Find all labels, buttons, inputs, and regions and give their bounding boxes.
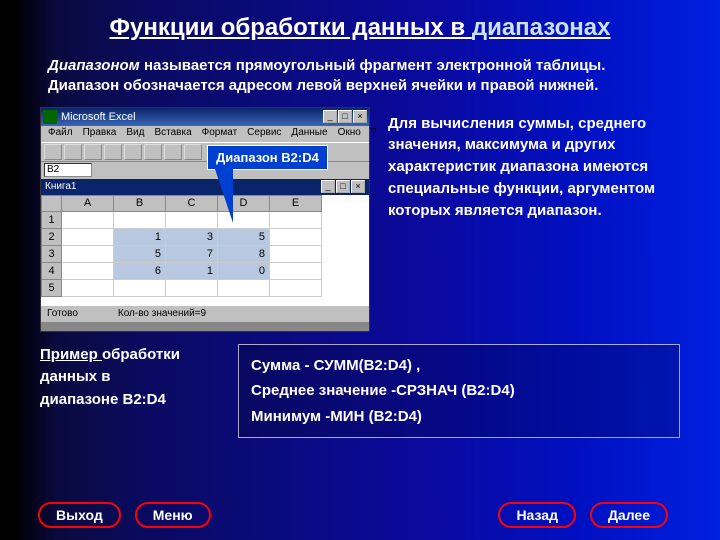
- menu-item[interactable]: Формат: [197, 127, 243, 141]
- cell[interactable]: [166, 279, 218, 296]
- cell[interactable]: 0: [218, 262, 270, 279]
- wb-max-button[interactable]: □: [336, 180, 350, 193]
- title-part1: Функции обработки данных в: [110, 14, 472, 41]
- toolbar-button[interactable]: [124, 144, 142, 160]
- row-header[interactable]: 1: [42, 211, 62, 228]
- app-title: Microsoft Excel: [61, 111, 136, 123]
- wb-close-button[interactable]: ×: [351, 180, 365, 193]
- row-header[interactable]: 2: [42, 228, 62, 245]
- row-header[interactable]: 4: [42, 262, 62, 279]
- row-header[interactable]: 3: [42, 245, 62, 262]
- cell[interactable]: [218, 279, 270, 296]
- example-text: Пример обработки данных в диапазоне B2:D…: [40, 344, 220, 439]
- toolbar-button[interactable]: [84, 144, 102, 160]
- status-count: Кол-во значений=9: [118, 308, 206, 319]
- cell[interactable]: [270, 228, 322, 245]
- formula-line: Минимум -МИН (B2:D4): [251, 404, 667, 430]
- toolbar-button[interactable]: [164, 144, 182, 160]
- menu-item[interactable]: Файл: [43, 127, 78, 141]
- side-description: Для вычисления суммы, среднего значения,…: [388, 107, 680, 222]
- formula-line: Среднее значение -СРЗНАЧ (B2:D4): [251, 378, 667, 404]
- corner-cell[interactable]: [42, 195, 62, 211]
- cell[interactable]: 5: [218, 228, 270, 245]
- cell[interactable]: 3: [166, 228, 218, 245]
- cell[interactable]: [62, 262, 114, 279]
- formulas-box: Сумма - СУММ(B2:D4) , Среднее значение -…: [238, 344, 680, 439]
- excel-window: Microsoft Excel _ □ × Файл Правка Вид Вс…: [40, 107, 370, 332]
- cell[interactable]: [270, 262, 322, 279]
- intro-term: Диапазоном: [48, 57, 144, 74]
- toolbar-button[interactable]: [184, 144, 202, 160]
- intro-text: Диапазоном называется прямоугольный фраг…: [0, 50, 720, 107]
- example-heading: Пример: [40, 346, 102, 363]
- cell[interactable]: [114, 279, 166, 296]
- col-header[interactable]: B: [114, 195, 166, 211]
- example-range: диапазоне B2:D4: [40, 391, 166, 408]
- toolbar-button[interactable]: [64, 144, 82, 160]
- next-button[interactable]: Далее: [590, 502, 668, 528]
- cell[interactable]: [270, 245, 322, 262]
- menu-item[interactable]: Вставка: [149, 127, 196, 141]
- menu-item[interactable]: Вид: [121, 127, 149, 141]
- cell[interactable]: 8: [218, 245, 270, 262]
- callout-pointer: [215, 169, 233, 223]
- menu-button[interactable]: Меню: [135, 502, 211, 528]
- menu-item[interactable]: Правка: [78, 127, 122, 141]
- cell[interactable]: [270, 279, 322, 296]
- menu-item[interactable]: Сервис: [242, 127, 286, 141]
- excel-icon: [43, 110, 57, 124]
- cell[interactable]: 1: [166, 262, 218, 279]
- back-button[interactable]: Назад: [498, 502, 576, 528]
- cell[interactable]: 5: [114, 245, 166, 262]
- cell[interactable]: 7: [166, 245, 218, 262]
- row-header[interactable]: 5: [42, 279, 62, 296]
- menu-item[interactable]: Окно: [333, 127, 366, 141]
- toolbar-button[interactable]: [144, 144, 162, 160]
- formula-line: Сумма - СУММ(B2:D4) ,: [251, 353, 667, 379]
- menu-item[interactable]: Данные: [286, 127, 332, 141]
- page-title: Функции обработки данных в диапазонах: [0, 0, 720, 50]
- col-header[interactable]: A: [62, 195, 114, 211]
- cell[interactable]: 1: [114, 228, 166, 245]
- title-part2: диапазонах: [472, 14, 611, 41]
- cell[interactable]: [62, 245, 114, 262]
- name-box[interactable]: B2: [44, 163, 92, 177]
- toolbar-button[interactable]: [44, 144, 62, 160]
- status-bar: Готово Кол-во значений=9: [41, 305, 369, 322]
- toolbar-button[interactable]: [104, 144, 122, 160]
- cell[interactable]: [62, 279, 114, 296]
- menu-item[interactable]: ?: [366, 127, 382, 141]
- callout-label: Диапазон B2:D4: [207, 145, 328, 170]
- menubar: Файл Правка Вид Вставка Формат Сервис Да…: [41, 126, 369, 142]
- exit-button[interactable]: Выход: [38, 502, 121, 528]
- workbook-name: Книга1: [45, 181, 76, 192]
- nav-bar: Выход Меню Назад Далее: [0, 502, 720, 528]
- status-text: Готово: [47, 308, 78, 319]
- minimize-button[interactable]: _: [323, 110, 337, 123]
- range-callout: Диапазон B2:D4: [207, 145, 328, 223]
- maximize-button[interactable]: □: [338, 110, 352, 123]
- close-button[interactable]: ×: [353, 110, 367, 123]
- cell[interactable]: [62, 228, 114, 245]
- cell[interactable]: 6: [114, 262, 166, 279]
- titlebar: Microsoft Excel _ □ ×: [41, 108, 369, 126]
- cell[interactable]: [114, 211, 166, 228]
- cell[interactable]: [62, 211, 114, 228]
